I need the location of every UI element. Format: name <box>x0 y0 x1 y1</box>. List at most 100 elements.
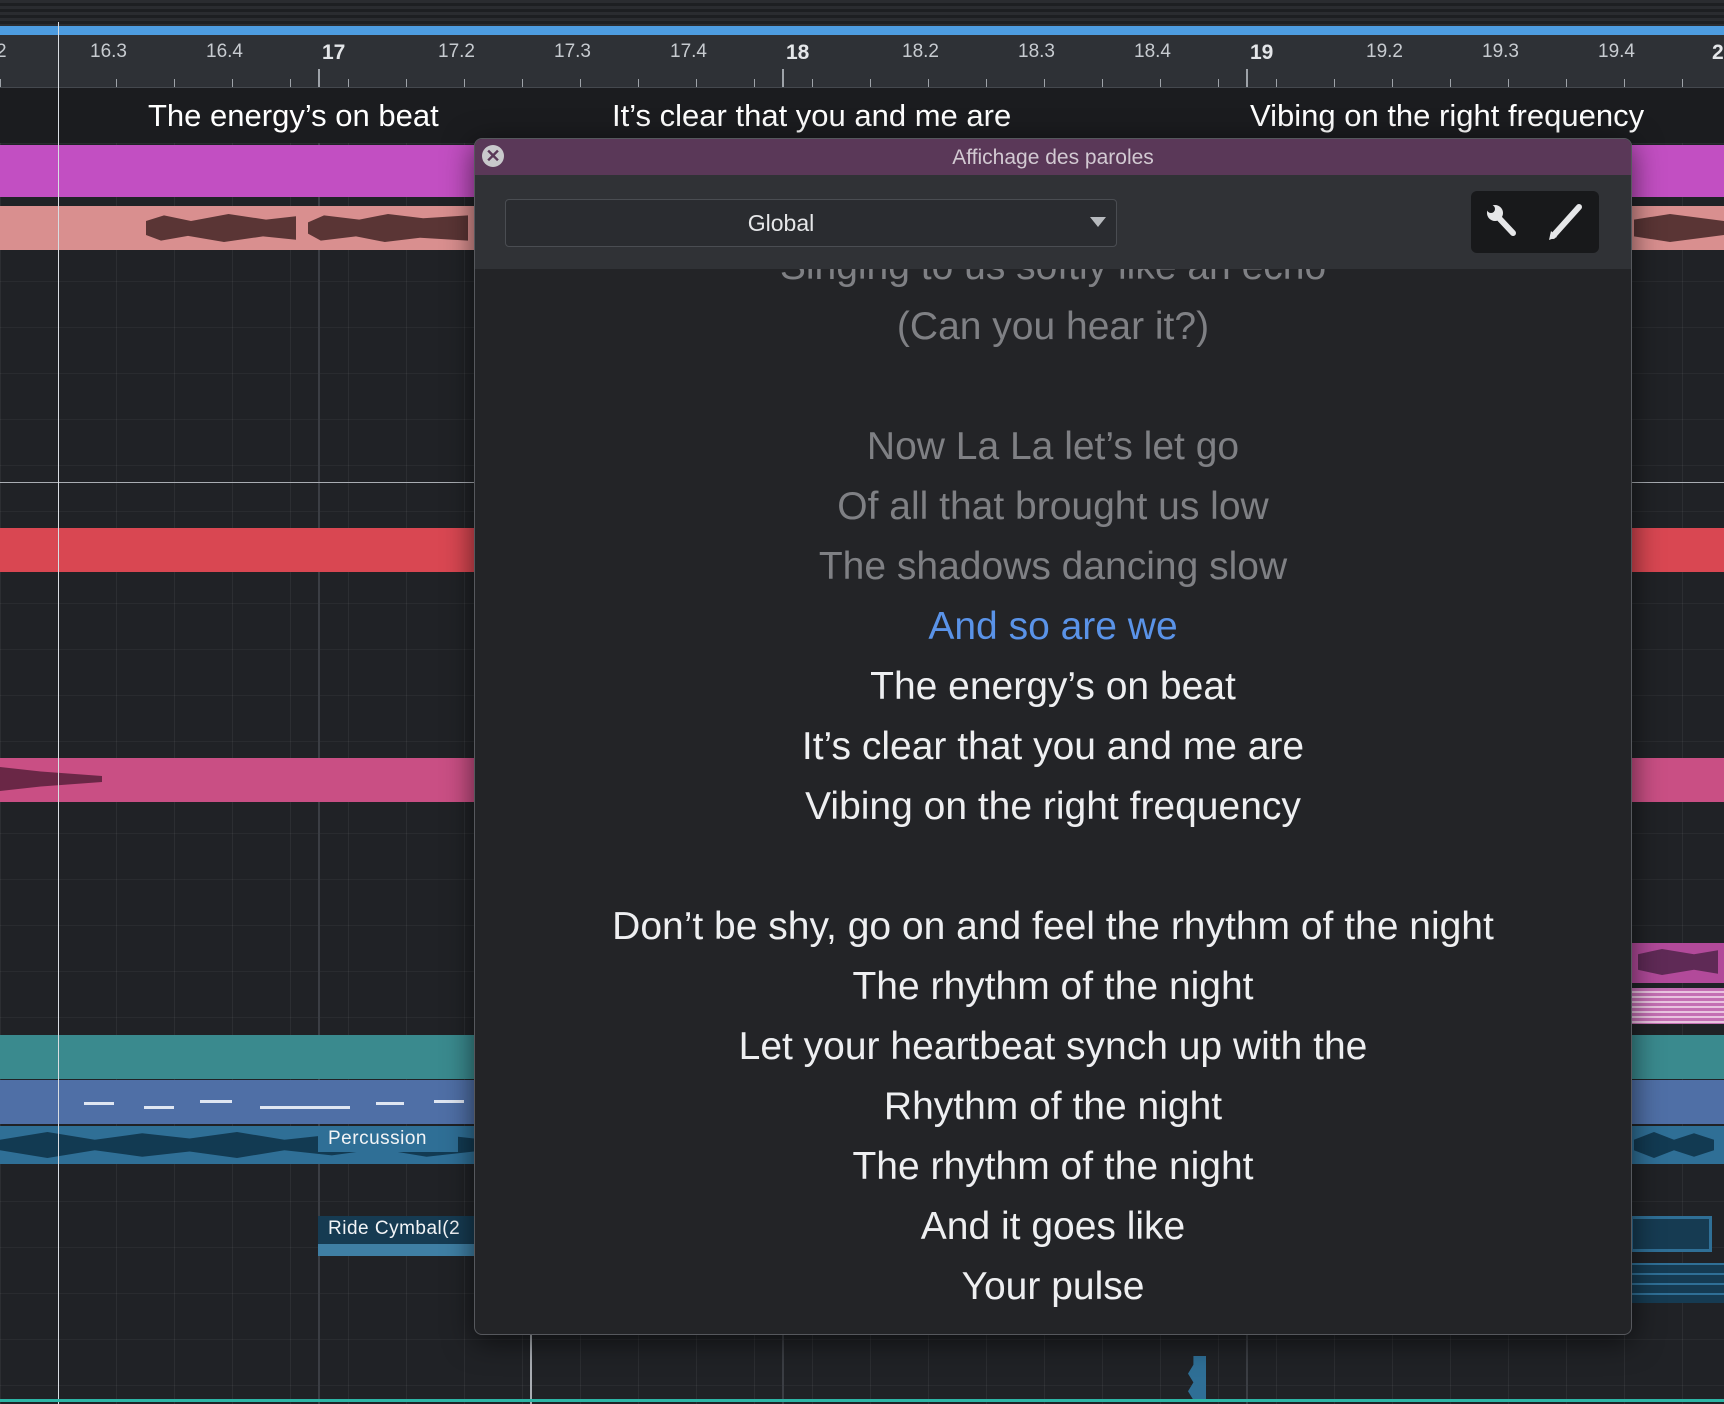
daw-window: 2 16.3 16.4 17 17.2 17.3 17.4 18 18.2 18… <box>0 0 1724 1404</box>
timeline-ruler[interactable]: 2 16.3 16.4 17 17.2 17.3 17.4 18 18.2 18… <box>0 35 1724 88</box>
lyric-line[interactable]: Of all that brought us low <box>475 485 1631 529</box>
lyric-line[interactable]: It’s clear that you and me are <box>475 725 1631 769</box>
lyric-segment[interactable]: The energy’s on beat <box>148 98 439 134</box>
ruler-tick <box>1160 79 1161 87</box>
ruler-tick <box>290 79 291 87</box>
pencil-icon <box>1549 204 1582 240</box>
percussion-clip[interactable]: Percussion <box>0 1126 474 1164</box>
ruler-tick <box>928 79 929 87</box>
ruler-tick <box>1566 79 1567 87</box>
small-percussion-clip[interactable] <box>1188 1356 1206 1400</box>
lyric-line[interactable]: Let your heartbeat synch up with the <box>475 1025 1631 1069</box>
ruler-tick <box>1392 79 1393 87</box>
loop-range-bar[interactable] <box>0 26 1724 35</box>
lyric-line[interactable]: And it goes like <box>475 1205 1631 1249</box>
lyric-line[interactable]: Your pulse <box>475 1265 1631 1309</box>
ruler-tick <box>1102 79 1103 87</box>
ruler-tick <box>986 79 987 87</box>
ruler-label: 16.4 <box>206 41 243 62</box>
lyric-line[interactable]: Now La La let’s let go <box>475 425 1631 469</box>
ruler-label: 2 <box>0 41 7 62</box>
ruler-bar-tick <box>318 69 320 87</box>
ruler-tick <box>0 79 1 87</box>
cymbal-midi-clip[interactable] <box>1630 1263 1724 1303</box>
wrench-button[interactable] <box>1471 191 1535 253</box>
ruler-tick <box>580 79 581 87</box>
ruler-tick <box>812 79 813 87</box>
ruler-label: 18.3 <box>1018 41 1055 62</box>
ruler-tick <box>522 79 523 87</box>
ruler-label: 17.3 <box>554 41 591 62</box>
ruler-label: 18.2 <box>902 41 939 62</box>
lyrics-window-toolbar: Global <box>475 175 1631 269</box>
ruler-tick <box>638 79 639 87</box>
ruler-tick <box>1334 79 1335 87</box>
top-toolbar-edge <box>0 0 1724 26</box>
ride-cymbal-clip-label: Ride Cymbal(2 <box>328 1218 461 1239</box>
ruler-label: 17.2 <box>438 41 475 62</box>
waveform <box>1634 214 1724 242</box>
waveform <box>0 767 102 791</box>
ruler-tick <box>464 79 465 87</box>
lyric-line[interactable]: Vibing on the right frequency <box>475 785 1631 829</box>
ruler-bar-tick <box>782 69 784 87</box>
waveform <box>308 214 468 242</box>
lyrics-list[interactable]: Singing to us softly like an echo (Can yo… <box>475 269 1631 1334</box>
lyric-segment[interactable]: It’s clear that you and me are <box>612 98 1011 134</box>
ruler-tick <box>1682 79 1683 87</box>
ruler-bar-tick <box>1246 69 1248 87</box>
lyric-segment[interactable]: Vibing on the right frequency <box>1250 98 1644 134</box>
current-lyric-line[interactable]: And so are we <box>475 605 1631 649</box>
ruler-label: 19.3 <box>1482 41 1519 62</box>
ruler-tick <box>1624 79 1625 87</box>
lyric-line[interactable]: The shadows dancing slow <box>475 545 1631 589</box>
lyrics-display-window[interactable]: ✕ Affichage des paroles Global (Can you … <box>474 138 1632 1335</box>
ruler-tick <box>348 79 349 87</box>
ruler-tick <box>1508 79 1509 87</box>
ruler-tick <box>1044 79 1045 87</box>
lyric-line[interactable]: Singing to us softly like an echo <box>475 269 1631 289</box>
midi-note <box>200 1100 232 1103</box>
ruler-bar-label: 18 <box>786 41 810 64</box>
purple-midi-clip[interactable] <box>1630 988 1724 1024</box>
percussion-clip-label: Percussion <box>328 1128 427 1149</box>
percussion-clip-right[interactable] <box>1630 1126 1724 1164</box>
midi-note <box>144 1106 174 1109</box>
ruler-tick <box>754 79 755 87</box>
lyric-line[interactable]: The rhythm of the night <box>475 965 1631 1009</box>
ruler-tick <box>870 79 871 87</box>
lyrics-scope-select[interactable]: Global <box>505 199 1117 247</box>
ruler-bar-label: 2 <box>1712 41 1724 64</box>
ruler-label: 19.2 <box>1366 41 1403 62</box>
waveform <box>146 214 296 242</box>
ruler-tick <box>406 79 407 87</box>
midi-note <box>260 1106 350 1109</box>
ruler-tick <box>696 79 697 87</box>
ruler-tick <box>1276 79 1277 87</box>
lyrics-window-titlebar[interactable]: ✕ Affichage des paroles <box>475 139 1631 175</box>
lyrics-scope-value: Global <box>747 210 815 236</box>
lyric-track-strip[interactable]: The energy’s on beat It’s clear that you… <box>0 88 1724 143</box>
purple-audio-clip[interactable] <box>1630 943 1724 983</box>
ruler-tick <box>232 79 233 87</box>
pencil-button[interactable] <box>1535 191 1599 253</box>
lyric-line[interactable]: Don’t be shy, go on and feel the rhythm … <box>475 905 1631 949</box>
ride-cymbal-clip-right[interactable] <box>1630 1216 1712 1252</box>
ruler-tick <box>1218 79 1219 87</box>
lyric-line[interactable]: The rhythm of the night <box>475 1145 1631 1189</box>
ride-cymbal-clip[interactable]: Ride Cymbal(2 <box>318 1216 474 1256</box>
ruler-label: 16.3 <box>90 41 127 62</box>
wrench-icon <box>1487 205 1516 236</box>
midi-note <box>84 1102 114 1105</box>
bottom-edge <box>0 1399 1724 1402</box>
ruler-tick <box>116 79 117 87</box>
midi-note <box>434 1100 464 1103</box>
lyric-line[interactable]: (Can you hear it?) <box>475 305 1631 349</box>
lyric-line[interactable]: The energy’s on beat <box>475 665 1631 709</box>
waveform <box>1638 949 1718 975</box>
ruler-bar-label: 17 <box>322 41 346 64</box>
playhead[interactable] <box>58 22 59 1404</box>
midi-note <box>376 1102 404 1105</box>
lyrics-tools-group <box>1471 191 1599 253</box>
lyric-line[interactable]: Rhythm of the night <box>475 1085 1631 1129</box>
